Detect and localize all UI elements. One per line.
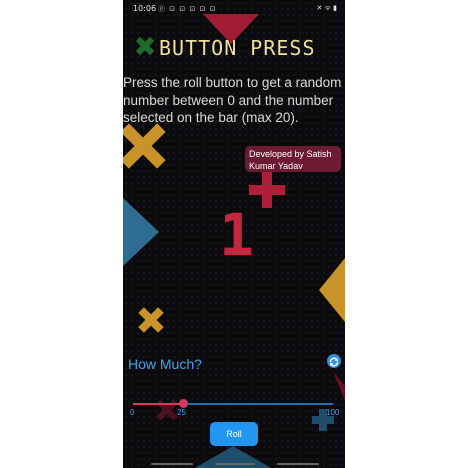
nav-recents[interactable]	[151, 463, 193, 465]
slider-max-label: 100	[326, 408, 340, 417]
notification-icon: ⓟ	[158, 5, 166, 13]
signal-battery-icons: ✕ ᯤ ▮	[316, 4, 337, 12]
range-slider[interactable]	[133, 398, 333, 410]
nav-home[interactable]	[215, 463, 255, 465]
roll-result: 1	[219, 201, 254, 269]
navigation-bar	[123, 460, 345, 468]
status-bar: 10:06 ⓟ ⊡ ⊡ ⊡ ⊡ ⊡ ✕ ᯤ ▮	[123, 0, 345, 18]
nav-back[interactable]	[277, 463, 319, 465]
roll-button[interactable]: Roll	[210, 422, 258, 446]
phone-screen: 10:06 ⓟ ⊡ ⊡ ⊡ ⊡ ⊡ ✕ ᯤ ▮ BUTTON PRESS Pre…	[123, 0, 345, 468]
notification-icon: ⊡	[199, 5, 207, 13]
slider-thumb[interactable]	[179, 399, 188, 408]
slider-min-label: 0	[130, 408, 135, 417]
slider-value-label: 25	[177, 408, 186, 417]
how-much-label: How Much?	[128, 356, 202, 372]
developer-credit: Developed by Satish Kumar Yadav	[245, 146, 341, 172]
notification-icon: ⊡	[189, 5, 197, 13]
status-time: 10:06	[133, 4, 157, 13]
app-title: BUTTON PRESS	[159, 36, 316, 60]
slider-fill	[133, 403, 183, 405]
refresh-icon[interactable]	[327, 354, 341, 368]
notification-icons: ⓟ ⊡ ⊡ ⊡ ⊡ ⊡	[158, 4, 217, 14]
notification-icon: ⊡	[169, 5, 177, 13]
notification-icon: ⊡	[179, 5, 187, 13]
instructions-text: Press the roll button to get a random nu…	[123, 75, 342, 125]
notification-icon: ⊡	[209, 5, 217, 13]
